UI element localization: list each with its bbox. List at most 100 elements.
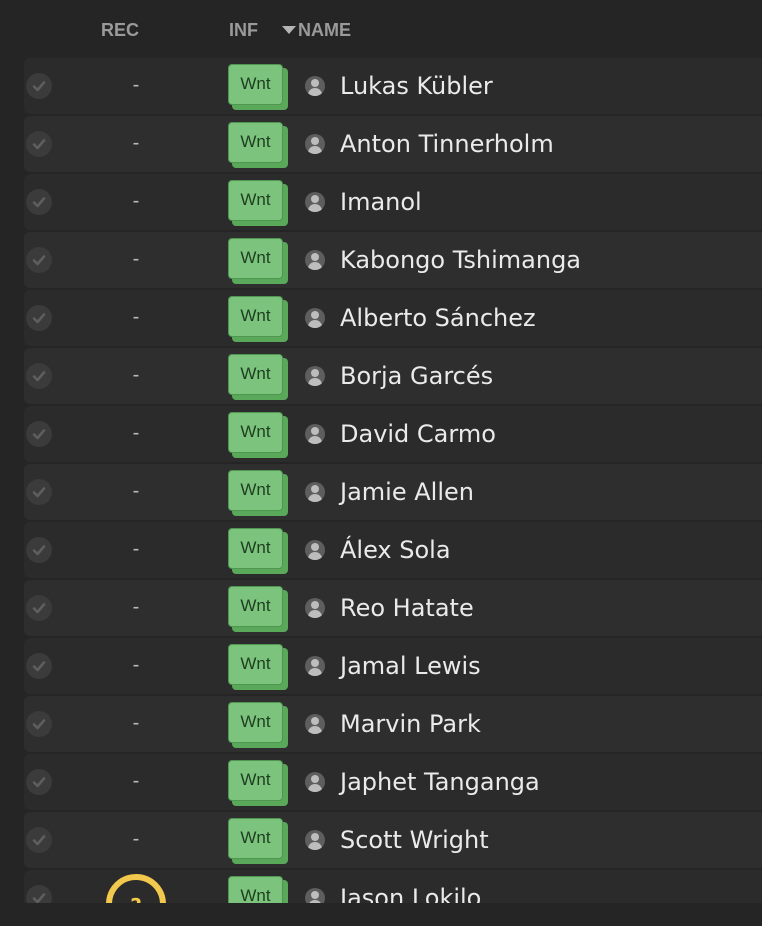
person-icon — [305, 308, 325, 328]
wanted-badge-label: Wnt — [228, 760, 283, 801]
player-name[interactable]: Reo Hatate — [340, 594, 474, 622]
rec-value: - — [132, 596, 140, 618]
table-row[interactable]: - Wnt Lukas Kübler — [24, 58, 762, 114]
rec-value: - — [132, 654, 140, 676]
column-header-inf[interactable]: INF — [229, 19, 258, 41]
rec-value: - — [132, 828, 140, 850]
player-name[interactable]: Kabongo Tshimanga — [340, 246, 581, 274]
wanted-badge[interactable]: Wnt — [228, 412, 288, 458]
table-row[interactable]: - Wnt Marvin Park — [24, 696, 762, 752]
person-icon — [305, 250, 325, 270]
rec-value: - — [132, 190, 140, 212]
table-row[interactable]: - Wnt Imanol — [24, 174, 762, 230]
table-row[interactable]: - Wnt Kabongo Tshimanga — [24, 232, 762, 288]
wanted-badge-label: Wnt — [228, 818, 283, 859]
wanted-badge-label: Wnt — [228, 64, 283, 105]
table-row[interactable]: - Wnt Alberto Sánchez — [24, 290, 762, 346]
player-name[interactable]: Álex Sola — [340, 536, 451, 564]
wanted-badge-label: Wnt — [228, 702, 283, 743]
wanted-badge[interactable]: Wnt — [228, 760, 288, 806]
table-header: REC INF NAME — [0, 0, 762, 58]
person-icon — [305, 888, 325, 903]
wanted-badge-label: Wnt — [228, 876, 283, 903]
person-icon — [305, 134, 325, 154]
column-header-rec[interactable]: REC — [101, 19, 139, 41]
player-name[interactable]: Lukas Kübler — [340, 72, 493, 100]
person-icon — [305, 656, 325, 676]
player-name[interactable]: Imanol — [340, 188, 422, 216]
player-name[interactable]: Anton Tinnerholm — [340, 130, 554, 158]
person-icon — [305, 366, 325, 386]
player-name[interactable]: Jamal Lewis — [340, 652, 481, 680]
person-icon — [305, 598, 325, 618]
wanted-badge[interactable]: Wnt — [228, 122, 288, 168]
wanted-badge[interactable]: Wnt — [228, 470, 288, 516]
checkmark-icon[interactable] — [26, 537, 52, 563]
checkmark-icon[interactable] — [26, 827, 52, 853]
person-icon — [305, 482, 325, 502]
player-name[interactable]: Jason Lokilo — [340, 884, 481, 903]
table-row[interactable]: - Wnt Japhet Tanganga — [24, 754, 762, 810]
rec-value: - — [132, 364, 140, 386]
checkmark-icon[interactable] — [26, 247, 52, 273]
checkmark-icon[interactable] — [26, 653, 52, 679]
wanted-badge[interactable]: Wnt — [228, 586, 288, 632]
checkmark-icon[interactable] — [26, 363, 52, 389]
rec-value: - — [132, 480, 140, 502]
wanted-badge[interactable]: Wnt — [228, 238, 288, 284]
checkmark-icon[interactable] — [26, 73, 52, 99]
player-name[interactable]: Japhet Tanganga — [340, 768, 540, 796]
table-row[interactable]: - Wnt Jamal Lewis — [24, 638, 762, 694]
table-row[interactable]: - Wnt Reo Hatate — [24, 580, 762, 636]
person-icon — [305, 76, 325, 96]
table-row[interactable]: - Wnt Álex Sola — [24, 522, 762, 578]
person-icon — [305, 830, 325, 850]
table-row[interactable]: - Wnt Borja Garcés — [24, 348, 762, 404]
table-row[interactable]: - Wnt Scott Wright — [24, 812, 762, 868]
player-name[interactable]: Marvin Park — [340, 710, 481, 738]
wanted-badge[interactable]: Wnt — [228, 528, 288, 574]
person-icon — [305, 772, 325, 792]
checkmark-icon[interactable] — [26, 711, 52, 737]
wanted-badge[interactable]: Wnt — [228, 180, 288, 226]
wanted-badge-label: Wnt — [228, 296, 283, 337]
player-name[interactable]: Scott Wright — [340, 826, 489, 854]
checkmark-icon[interactable] — [26, 131, 52, 157]
wanted-badge[interactable]: Wnt — [228, 64, 288, 110]
column-header-name[interactable]: NAME — [282, 19, 351, 41]
rec-value: - — [132, 770, 140, 792]
table-row[interactable]: ? Wnt Jason Lokilo — [24, 870, 762, 903]
rec-unknown-badge[interactable]: ? — [106, 874, 166, 903]
player-name[interactable]: Alberto Sánchez — [340, 304, 536, 332]
wanted-badge[interactable]: Wnt — [228, 296, 288, 342]
checkmark-icon[interactable] — [26, 885, 52, 903]
player-list-table: REC INF NAME - Wnt Lukas Kübler - Wnt An… — [0, 0, 762, 926]
wanted-badge-label: Wnt — [228, 470, 283, 511]
table-body: - Wnt Lukas Kübler - Wnt Anton Tinnerhol… — [24, 58, 762, 903]
player-name[interactable]: David Carmo — [340, 420, 496, 448]
player-name[interactable]: Borja Garcés — [340, 362, 493, 390]
wanted-badge-label: Wnt — [228, 122, 283, 163]
player-name[interactable]: Jamie Allen — [340, 478, 474, 506]
person-icon — [305, 540, 325, 560]
checkmark-icon[interactable] — [26, 189, 52, 215]
checkmark-icon[interactable] — [26, 595, 52, 621]
wanted-badge[interactable]: Wnt — [228, 644, 288, 690]
wanted-badge-label: Wnt — [228, 180, 283, 221]
checkmark-icon[interactable] — [26, 421, 52, 447]
column-header-name-label: NAME — [298, 20, 351, 40]
checkmark-icon[interactable] — [26, 769, 52, 795]
wanted-badge[interactable]: Wnt — [228, 818, 288, 864]
rec-value: - — [132, 306, 140, 328]
wanted-badge[interactable]: Wnt — [228, 876, 288, 903]
wanted-badge[interactable]: Wnt — [228, 354, 288, 400]
wanted-badge-label: Wnt — [228, 528, 283, 569]
person-icon — [305, 192, 325, 212]
checkmark-icon[interactable] — [26, 479, 52, 505]
checkmark-icon[interactable] — [26, 305, 52, 331]
table-row[interactable]: - Wnt David Carmo — [24, 406, 762, 462]
table-row[interactable]: - Wnt Jamie Allen — [24, 464, 762, 520]
sort-descending-icon — [282, 25, 296, 34]
table-row[interactable]: - Wnt Anton Tinnerholm — [24, 116, 762, 172]
wanted-badge[interactable]: Wnt — [228, 702, 288, 748]
